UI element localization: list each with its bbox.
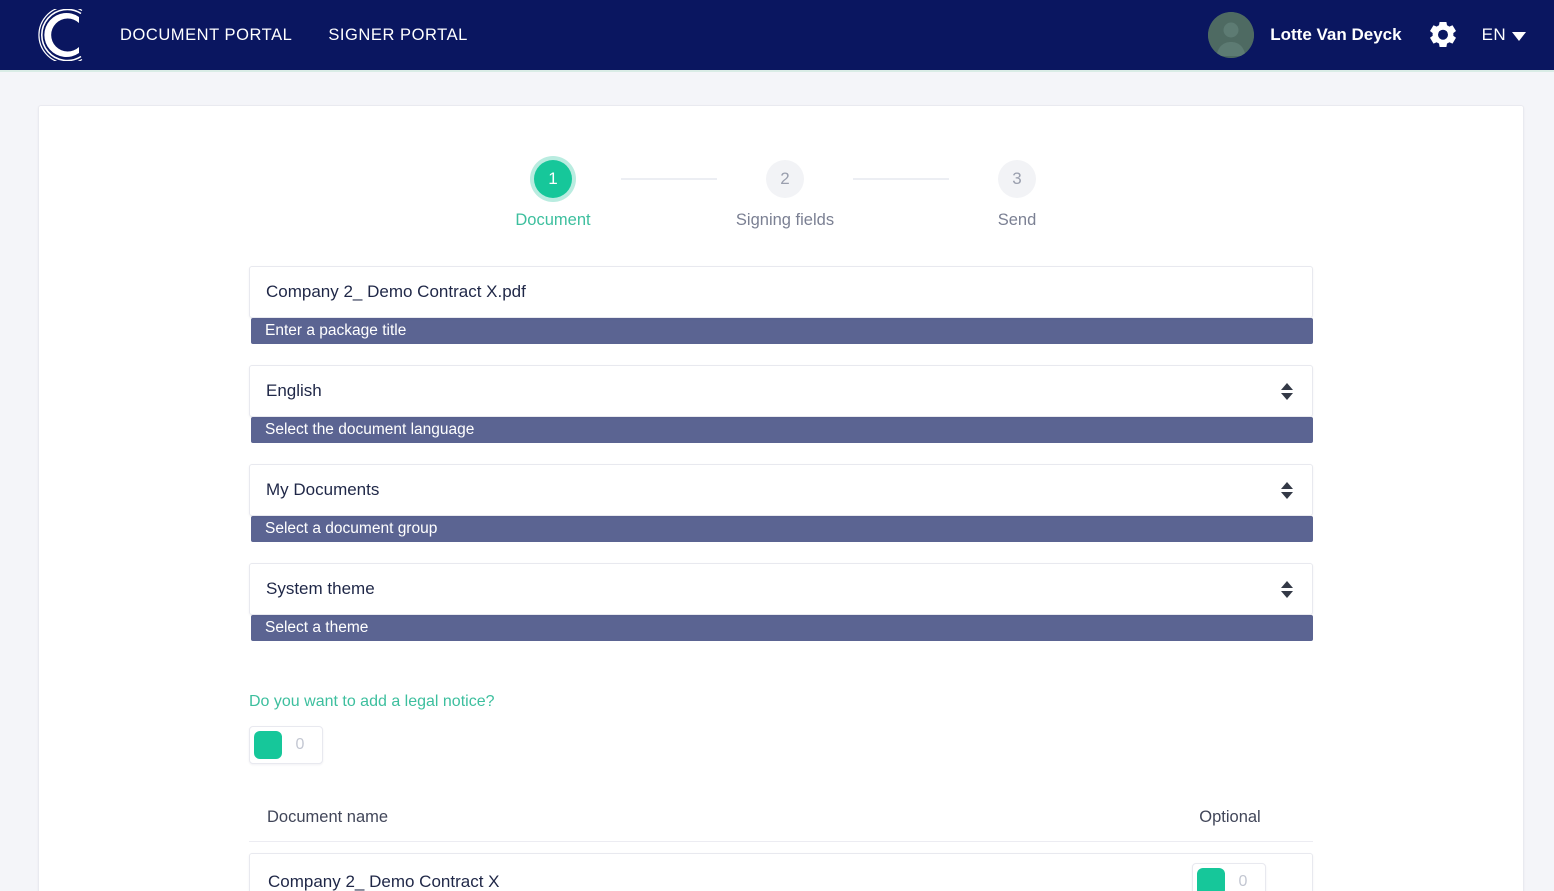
table-header: Document name Optional xyxy=(249,808,1313,842)
column-header-document-name: Document name xyxy=(267,808,389,826)
language-selector[interactable]: EN xyxy=(1482,25,1526,45)
top-navbar: DOCUMENT PORTAL SIGNER PORTAL Lotte Van … xyxy=(0,0,1554,72)
theme-select[interactable]: System theme xyxy=(249,563,1313,615)
language-helper: Select the document language xyxy=(251,417,1313,443)
document-group-helper: Select a document group xyxy=(251,516,1313,542)
step-3-bubble: 3 xyxy=(998,160,1036,198)
nav-link-signer-portal[interactable]: SIGNER PORTAL xyxy=(328,26,468,45)
theme-value: System theme xyxy=(266,579,375,598)
step-connector-1 xyxy=(621,178,717,180)
caret-down-icon xyxy=(1512,31,1526,41)
legal-notice-toggle[interactable]: 0 xyxy=(249,726,323,764)
document-optional-toggle-state: 0 xyxy=(1238,873,1248,890)
field-theme: System theme Select a theme xyxy=(249,563,1313,641)
page-body: 1 Document 2 Signing fields 3 Send Compa… xyxy=(0,72,1554,891)
wizard-stepper: 1 Document 2 Signing fields 3 Send xyxy=(39,160,1523,230)
optional-cell: 0 xyxy=(1164,863,1294,891)
documents-table: Document name Optional Company 2_ Demo C… xyxy=(249,808,1313,891)
document-optional-toggle[interactable]: 0 xyxy=(1192,863,1266,891)
wizard-card: 1 Document 2 Signing fields 3 Send Compa… xyxy=(38,105,1524,891)
navbar-right-section: Lotte Van Deyck EN xyxy=(1208,12,1526,58)
package-title-helper: Enter a package title xyxy=(251,318,1313,344)
document-form: Company 2_ Demo Contract X.pdf Enter a p… xyxy=(249,230,1313,891)
step-3-label: Send xyxy=(997,211,1037,229)
select-arrows-icon xyxy=(1280,477,1294,503)
document-group-value: My Documents xyxy=(266,480,380,499)
table-row[interactable]: Company 2_ Demo Contract X 0 xyxy=(249,853,1313,891)
theme-helper: Select a theme xyxy=(251,615,1313,641)
toggle-knob xyxy=(254,731,282,759)
primary-nav: DOCUMENT PORTAL SIGNER PORTAL xyxy=(120,26,468,45)
select-arrows-icon xyxy=(1280,576,1294,602)
step-1-label: Document xyxy=(515,211,591,229)
language-label: EN xyxy=(1481,25,1506,44)
step-document[interactable]: 1 Document xyxy=(485,160,621,230)
step-1-bubble: 1 xyxy=(534,160,572,198)
user-name[interactable]: Lotte Van Deyck xyxy=(1270,25,1401,45)
legal-notice-toggle-state: 0 xyxy=(295,736,305,753)
legal-notice-link[interactable]: Do you want to add a legal notice? xyxy=(249,693,495,711)
field-package-title: Company 2_ Demo Contract X.pdf Enter a p… xyxy=(249,266,1313,344)
step-2-label: Signing fields xyxy=(735,211,835,229)
field-document-language: English Select the document language xyxy=(249,365,1313,443)
document-group-select[interactable]: My Documents xyxy=(249,464,1313,516)
legal-notice-section: Do you want to add a legal notice? 0 xyxy=(249,662,1313,764)
package-title-input[interactable]: Company 2_ Demo Contract X.pdf xyxy=(249,266,1313,318)
package-title-value: Company 2_ Demo Contract X.pdf xyxy=(266,282,526,301)
gear-icon[interactable] xyxy=(1426,18,1460,52)
nav-link-document-portal[interactable]: DOCUMENT PORTAL xyxy=(120,26,292,45)
step-signing-fields[interactable]: 2 Signing fields xyxy=(717,160,853,230)
company-c-logo[interactable] xyxy=(34,9,86,61)
column-header-optional: Optional xyxy=(1199,808,1261,826)
avatar[interactable] xyxy=(1208,12,1255,58)
language-value: English xyxy=(266,381,322,400)
language-select[interactable]: English xyxy=(249,365,1313,417)
toggle-knob xyxy=(1197,868,1225,891)
step-connector-2 xyxy=(853,178,949,180)
field-document-group: My Documents Select a document group xyxy=(249,464,1313,542)
document-name-cell: Company 2_ Demo Contract X xyxy=(268,872,500,891)
step-2-bubble: 2 xyxy=(766,160,804,198)
select-arrows-icon xyxy=(1280,378,1294,404)
step-send[interactable]: 3 Send xyxy=(949,160,1085,230)
